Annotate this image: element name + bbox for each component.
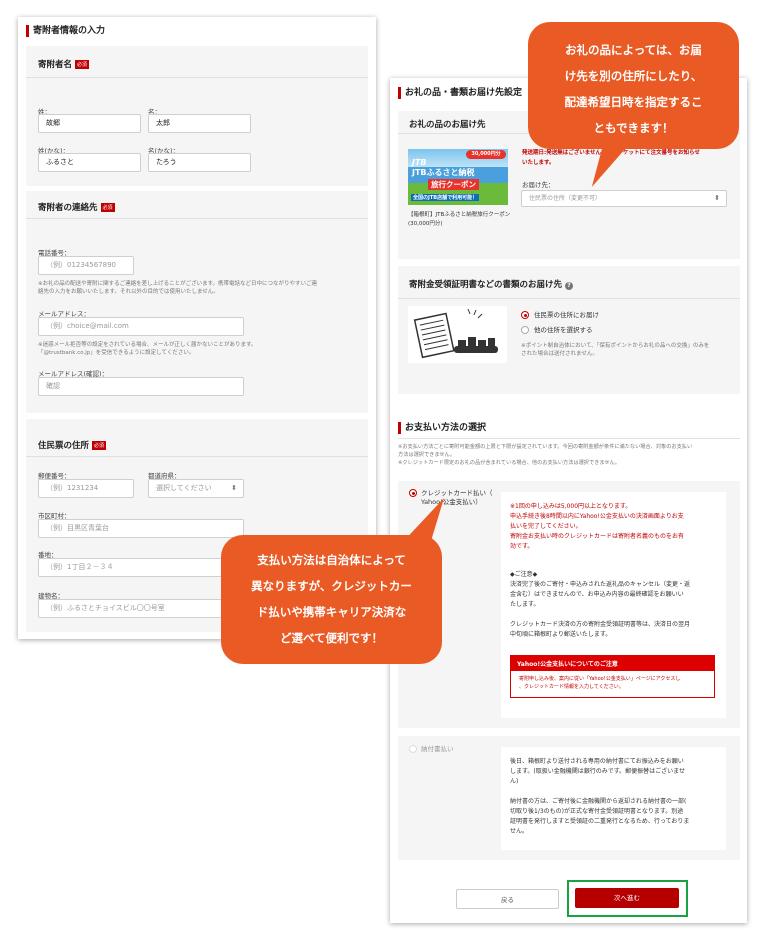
slip-payment-label[interactable]: 納付書払い	[421, 745, 454, 754]
yahoo-notice-heading: Yahoo!公金支払いについてのご注意	[511, 656, 714, 671]
receipt-note-2: 中旬頃に箱根町より郵送いたします。	[510, 631, 612, 638]
jtb-logo: JTB	[412, 158, 427, 167]
section-divider	[26, 218, 368, 219]
prefecture-select[interactable]: 選択してください ⬍	[148, 479, 244, 498]
document-option-home-label[interactable]: 住民票の住所にお届け	[534, 311, 599, 320]
gift-item-name: 【箱根町】JTBふるさと納税旅行クーポン(30,000円分)	[408, 212, 511, 227]
caution-1: 決済完了後のご寄付・申込みされた返礼品のキャンセル（変更・返	[510, 581, 691, 588]
delivery-settings-heading: お礼の品・書類お届け先設定	[398, 87, 522, 99]
caution-3: たします。	[510, 601, 540, 608]
yahoo-notice-box: Yahoo!公金支払いについてのご注意 寄附申し込み後、案内に従い「Yahoo!…	[510, 655, 715, 698]
select-arrow-icon: ⬍	[231, 484, 237, 492]
city-input[interactable]: （例）目黒区青葉台	[38, 519, 244, 538]
shipping-warning-2: いたします。	[522, 160, 555, 166]
gift-destination-label: お届け先：	[522, 181, 555, 189]
receipt-note-1: クレジットカード決済の方の寄附金受領証明書等は、決済日の翌月	[510, 621, 691, 628]
section-divider	[26, 456, 368, 457]
payment-heading-line	[398, 438, 740, 439]
documents-icon	[413, 308, 498, 359]
email-confirm-input[interactable]: 確認	[38, 377, 244, 396]
slip-note-2: します。(取扱い金融機関は銀行のみです。郵便振替はございませ	[510, 768, 685, 775]
required-badge: 必須	[100, 203, 115, 212]
email-note-1: ※迷惑メール拒否等の設定をされている場合、メールが正しく届かないことがあります。	[38, 342, 257, 348]
required-badge: 必須	[92, 441, 107, 450]
slip-note-3: ん)	[510, 778, 519, 785]
slip-note-7: せん。	[510, 828, 529, 835]
first-name-input[interactable]: 太郎	[148, 114, 251, 133]
document-note-2: された場合は送付されません。	[521, 351, 598, 357]
slip-note-6: 証明書を発行しますと受領証の二重発行となるため、行っておりま	[510, 818, 690, 825]
slip-note-5: 切取り後1/3のもの)が正式な寄付金受領証明書となります。別途	[510, 808, 684, 815]
credit-payment-details: ※1回の申し込みは5,000円以上となります。 申込手続き後8時間以内にYaho…	[501, 492, 726, 718]
address-title: 住民票の住所 必須	[38, 441, 107, 451]
slip-payment-details: 後日、箱根町より送付される専用の納付書にてお振込みをお願い します。(取扱い金融…	[501, 747, 726, 850]
phone-note-2: 絡先の入力をお願いいたします。それ以外の目的では使用いたしません。	[38, 289, 219, 295]
last-kana-input[interactable]: ふるさと	[38, 153, 141, 172]
email-note-2: 「@trustbank.co.jp」を受信できるように設定してください。	[38, 350, 195, 356]
credit-red-3: 払いを完了してください。	[510, 523, 582, 530]
section-divider	[26, 77, 368, 78]
yahoo-notice-body: 寄附申し込み後、案内に従い「Yahoo!公金支払い」ページにアクセスし 、クレジッ…	[519, 676, 681, 690]
next-button[interactable]: 次へ進む	[575, 888, 679, 908]
gift-destination-select[interactable]: 住民票の住所（変更不可） ⬍	[521, 190, 727, 207]
credit-red-4: 寄附金お支払い時のクレジットカードは寄附者名義のものをお有	[510, 533, 685, 540]
document-option-other-label[interactable]: 他の住所を選択する	[534, 326, 593, 335]
street-input[interactable]: （例）1丁目２－３４	[38, 558, 244, 577]
document-option-home-radio[interactable]	[521, 311, 529, 319]
donor-contact-title: 寄附者の連絡先 必須	[38, 203, 115, 213]
document-note-1: ※ポイント制自治体において、「保有ポイントからお礼の品への交換」のみを	[521, 343, 710, 349]
payment-note-1: ※お支払い方法ごとに寄附可能金額の上限と下限が設定されています。今回の寄附金額が…	[398, 444, 693, 450]
select-arrow-icon: ⬍	[714, 194, 720, 202]
back-button[interactable]: 戻る	[456, 889, 559, 909]
caution-heading: ◆ご注意◆	[510, 571, 538, 578]
payment-note-2: 方法は選択できません。	[398, 452, 455, 458]
document-delivery-title: 寄附金受領証明書などの書類のお届け先 ?	[409, 278, 573, 290]
payment-heading: お支払い方法の選択	[398, 422, 486, 434]
gift-delivery-callout: お礼の品によっては、お届 け先を別の住所にしたり、 配達希望日時を指定するこ と…	[528, 22, 739, 149]
donor-name-section: 寄附者名 必須 姓： 故郷 名： 太郎 姓(かな)： ふるさと 名(かな)： たろ…	[26, 46, 368, 186]
email-input[interactable]: （例）choice@mail.com	[38, 317, 244, 336]
documents-illustration	[408, 306, 507, 363]
donor-contact-section: 寄附者の連絡先 必須 電話番号： （例）01234567890 ※お礼の品の配送や…	[26, 191, 368, 413]
required-badge: 必須	[75, 60, 90, 69]
credit-red-1: ※1回の申し込みは5,000円以上となります。	[510, 503, 632, 510]
first-kana-input[interactable]: たろう	[148, 153, 251, 172]
phone-input[interactable]: （例）01234567890	[38, 256, 134, 275]
last-name-input[interactable]: 故郷	[38, 114, 141, 133]
slip-note-4: 納付書の方は、ご寄付後に金融機関から返却される納付書の一部(	[510, 798, 687, 805]
building-input[interactable]: （例）ふるさとチョイスビル〇〇号室	[38, 599, 244, 618]
help-icon[interactable]: ?	[564, 282, 573, 290]
phone-note-1: ※お礼の品の配送や寄附に関するご連絡を差し上げることがございます。携帯電話など日…	[38, 281, 318, 287]
caution-2: 金含む）はできませんので、お申込み内容の最終確認をお願いい	[510, 591, 684, 598]
donor-name-title: 寄附者名 必須	[38, 60, 90, 70]
slip-note-1: 後日、箱根町より送付される専用の納付書にてお振込みをお願い	[510, 758, 684, 765]
credit-payment-radio[interactable]	[409, 489, 417, 497]
slip-payment-radio[interactable]	[409, 745, 417, 753]
payment-method-callout: 支払い方法は自治体によって 異なりますが、クレジットカー ド払いや携帯キャリア決…	[221, 535, 442, 664]
payment-note-3: ※クレジットカード限定のお礼の品が含まれている場合、他のお支払い方法は選択できま…	[398, 460, 620, 466]
credit-red-2: 申込手続き後8時間以内にYahoo!公金支払いの決済画面よりお支	[510, 513, 684, 520]
section-divider	[398, 298, 740, 299]
gift-delivery-title: お礼の品のお届け先	[409, 120, 486, 130]
credit-red-5: 効です。	[510, 543, 534, 550]
document-option-other-radio[interactable]	[521, 326, 529, 334]
donor-info-heading: 寄附者情報の入力	[26, 25, 105, 37]
jtb-coupon-image: 30,000円分 JTB JTBふるさと納税 旅行クーポン 全国のJTB店舗で利…	[408, 149, 508, 205]
postal-input[interactable]: （例）1231234	[38, 479, 134, 498]
